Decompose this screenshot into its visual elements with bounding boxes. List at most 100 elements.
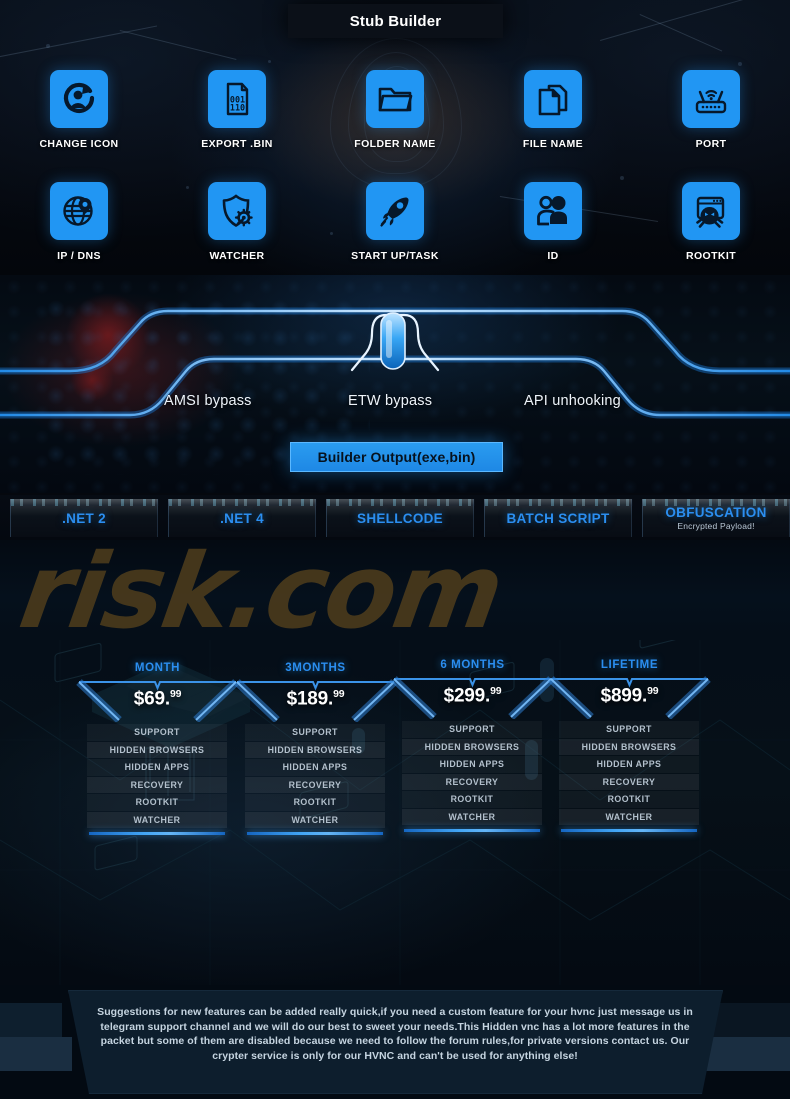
plan-feature: HIDDEN APPS xyxy=(402,756,542,773)
plan-underline xyxy=(247,832,383,835)
format-tab-label: SHELLCODE xyxy=(357,510,443,526)
plan-feature: HIDDEN BROWSERS xyxy=(402,738,542,755)
stub-option-label: FOLDER NAME xyxy=(354,138,436,150)
footer-decor-left-upper xyxy=(0,1003,62,1037)
stub-option-label: IP / DNS xyxy=(57,250,101,262)
shield-gear-icon xyxy=(208,182,266,240)
format-tab-batch-script[interactable]: BATCH SCRIPT xyxy=(484,499,633,537)
stub-option-folder-name[interactable]: FOLDER NAME xyxy=(316,70,474,150)
tab-led-strip xyxy=(327,499,475,506)
plan-features: SUPPORT HIDDEN BROWSERS HIDDEN APPS RECO… xyxy=(245,724,385,829)
rocket-icon xyxy=(366,182,424,240)
format-tab-shellcode[interactable]: SHELLCODE xyxy=(326,499,475,537)
stub-option-label: START UP/TASK xyxy=(351,250,439,262)
format-tab-net2[interactable]: .NET 2 xyxy=(10,499,159,537)
format-tab-label: OBFUSCATION xyxy=(665,505,767,520)
stub-option-label: CHANGE ICON xyxy=(39,138,119,150)
stub-option-label: FILE NAME xyxy=(522,138,584,150)
plan-underline xyxy=(561,829,697,832)
decorative-bolt xyxy=(639,14,723,52)
plan-feature: WATCHER xyxy=(402,808,542,825)
page-title-text: Stub Builder xyxy=(349,12,442,30)
plan-feature: SUPPORT xyxy=(402,721,542,738)
folder-icon xyxy=(366,70,424,128)
pricing-section: MONTH $69.99 SUPPORT HIDDEN BROWSERS HID… xyxy=(0,640,790,985)
plan-underline xyxy=(404,829,540,832)
plan-feature: SUPPORT xyxy=(87,724,227,741)
tab-led-strip xyxy=(169,499,317,506)
site-watermark: risk.com xyxy=(12,540,510,652)
plan-price: $299.99 xyxy=(443,685,502,707)
plan-feature: WATCHER xyxy=(87,811,227,828)
footer-decor-left-lower xyxy=(0,1037,72,1071)
decorative-speck xyxy=(46,44,50,48)
stub-option-label: ROOTKIT xyxy=(685,250,737,262)
decorative-speck xyxy=(268,60,271,63)
page-title: Stub Builder xyxy=(288,4,503,38)
plan-feature: SUPPORT xyxy=(559,721,699,738)
bypass-feature-etw: ETW bypass xyxy=(348,393,433,409)
user-refresh-icon xyxy=(50,70,108,128)
plan-price: $899.99 xyxy=(600,685,659,707)
stub-option-change-icon[interactable]: CHANGE ICON xyxy=(0,70,158,150)
format-tab-obfuscation[interactable]: OBFUSCATION Encrypted Payload! xyxy=(642,499,790,537)
stub-builder-section: Stub Builder CHANGE ICON 001 110 EXPORT … xyxy=(0,0,790,275)
plan-underline xyxy=(89,832,225,835)
stub-option-port[interactable]: PORT xyxy=(632,70,790,150)
router-icon xyxy=(682,70,740,128)
stub-options-grid: CHANGE ICON 001 110 EXPORT .BIN FOLDER N… xyxy=(0,70,790,262)
stub-option-ip-dns[interactable]: IP / DNS xyxy=(0,182,158,262)
plan-feature: RECOVERY xyxy=(402,773,542,790)
plan-feature: WATCHER xyxy=(559,808,699,825)
plan-title: LIFETIME xyxy=(600,659,659,671)
decorative-speck xyxy=(738,62,742,66)
format-tab-label: .NET 4 xyxy=(220,510,264,526)
stub-options-row-2: IP / DNS WATCHER START UP/TASK ID ROOTKI… xyxy=(0,182,790,262)
tab-led-strip xyxy=(11,499,159,506)
copy-files-icon xyxy=(524,70,582,128)
builder-output-button[interactable]: Builder Output(exe,bin) xyxy=(290,442,503,472)
stub-options-row-1: CHANGE ICON 001 110 EXPORT .BIN FOLDER N… xyxy=(0,70,790,150)
bypass-feature-amsi: AMSI bypass xyxy=(164,393,252,409)
plan-feature: HIDDEN BROWSERS xyxy=(245,741,385,758)
stub-option-label: WATCHER xyxy=(209,250,265,262)
tab-led-strip xyxy=(485,499,633,506)
plan-feature: WATCHER xyxy=(245,811,385,828)
decorative-bolt xyxy=(0,25,158,59)
plan-feature: RECOVERY xyxy=(245,776,385,793)
plan-feature: ROOTKIT xyxy=(245,794,385,811)
globe-pin-icon xyxy=(50,182,108,240)
stub-option-id[interactable]: ID xyxy=(474,182,632,262)
plan-feature: HIDDEN BROWSERS xyxy=(559,738,699,755)
stub-option-label: ID xyxy=(547,250,559,262)
binary-file-icon: 001 110 xyxy=(208,70,266,128)
plan-price: $189.99 xyxy=(286,688,345,710)
bypass-feature-api: API unhooking xyxy=(524,393,621,409)
monitor-ghost-icon xyxy=(682,182,740,240)
format-tab-sublabel: Encrypted Payload! xyxy=(677,521,755,531)
plan-feature: RECOVERY xyxy=(559,773,699,790)
stub-option-file-name[interactable]: FILE NAME xyxy=(474,70,632,150)
format-tab-label: .NET 2 xyxy=(62,510,106,526)
stub-option-export-bin[interactable]: 001 110 EXPORT .BIN xyxy=(158,70,316,150)
plan-feature: ROOTKIT xyxy=(402,791,542,808)
stub-option-label: EXPORT .BIN xyxy=(201,138,273,150)
plan-title: 3MONTHS xyxy=(285,662,346,674)
tab-led-strip xyxy=(643,499,790,506)
stub-option-watcher[interactable]: WATCHER xyxy=(158,182,316,262)
plan-feature: HIDDEN APPS xyxy=(559,756,699,773)
plan-feature: HIDDEN APPS xyxy=(245,759,385,776)
svg-text:110: 110 xyxy=(230,103,245,113)
format-tab-label: BATCH SCRIPT xyxy=(506,510,610,526)
footer-section: Suggestions for new features can be adde… xyxy=(0,985,790,1099)
format-tab-net4[interactable]: .NET 4 xyxy=(168,499,317,537)
stub-option-label: PORT xyxy=(695,138,727,150)
stub-option-rootkit[interactable]: ROOTKIT xyxy=(632,182,790,262)
plan-feature: RECOVERY xyxy=(87,776,227,793)
plan-feature: ROOTKIT xyxy=(87,794,227,811)
plan-feature: HIDDEN APPS xyxy=(87,759,227,776)
users-icon xyxy=(524,182,582,240)
plan-features: SUPPORT HIDDEN BROWSERS HIDDEN APPS RECO… xyxy=(402,721,542,826)
stub-option-start-up-task[interactable]: START UP/TASK xyxy=(316,182,474,262)
plan-features: SUPPORT HIDDEN BROWSERS HIDDEN APPS RECO… xyxy=(87,724,227,829)
